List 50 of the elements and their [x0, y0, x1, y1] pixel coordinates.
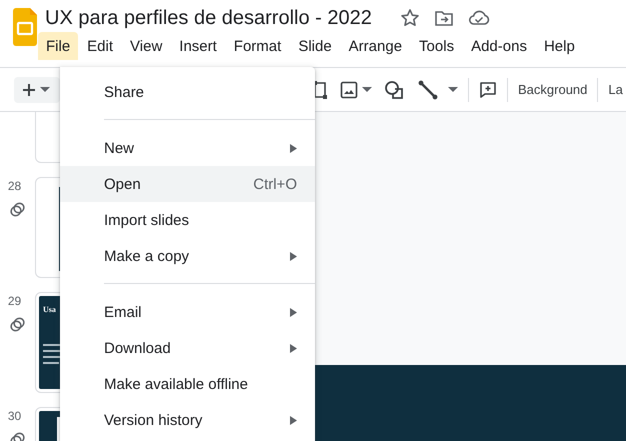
menu-item[interactable]: Import slides — [60, 202, 315, 238]
menu-item-label: Make available offline — [104, 376, 249, 392]
menu-item-label: Share — [104, 84, 146, 100]
menu-item[interactable]: Insert — [171, 32, 225, 60]
menu-item[interactable]: New — [60, 130, 315, 166]
menu-item[interactable]: File — [38, 32, 78, 60]
move-folder-icon[interactable] — [434, 8, 454, 28]
menu-item[interactable]: Slide — [290, 32, 340, 60]
slide-number: 30 — [8, 409, 22, 423]
slide-number: 29 — [8, 294, 22, 308]
menu-item[interactable]: Email — [60, 294, 315, 330]
document-title[interactable]: UX para perfiles de desarrollo - 2022 — [45, 6, 372, 30]
shape-icon[interactable] — [384, 80, 404, 100]
menu-item[interactable]: Edit — [79, 32, 122, 60]
menu-item[interactable]: Make a copy — [60, 238, 315, 274]
caret-icon[interactable] — [40, 86, 50, 92]
menu-item[interactable]: Download — [60, 330, 315, 366]
menu-item[interactable]: View — [122, 32, 170, 60]
select-icon[interactable] — [312, 80, 328, 98]
caret-icon[interactable] — [362, 86, 372, 92]
menu-item[interactable]: Share — [60, 74, 315, 110]
slide-number: 28 — [8, 179, 22, 193]
shortcut-text: Ctrl+O — [253, 176, 297, 192]
menu-item-label: Download — [104, 340, 172, 356]
menu-item-label: New — [104, 140, 136, 156]
menu-item-label: Make a copy — [104, 248, 190, 264]
add-comment-icon[interactable] — [479, 80, 497, 98]
menu-item-label: Version history — [104, 412, 204, 428]
menu-item[interactable]: Open Ctrl+O — [60, 166, 315, 202]
menu-item[interactable]: Format — [226, 32, 290, 60]
toolbar-button[interactable]: Background — [518, 78, 588, 101]
menu-item-label: Import slides — [104, 212, 190, 228]
menu-item[interactable]: Arrange — [340, 32, 410, 60]
toolbar-button[interactable]: La — [608, 78, 623, 101]
menu-item[interactable]: Help — [536, 32, 583, 60]
menu-item-label: Open — [104, 176, 142, 192]
caret-icon[interactable] — [448, 86, 458, 92]
thumbnail-title: Usa — [43, 305, 56, 314]
star-icon[interactable] — [400, 8, 420, 28]
menu-item[interactable]: Tools — [411, 32, 462, 60]
line-icon[interactable] — [418, 80, 438, 100]
menu-item[interactable]: Version history — [60, 402, 315, 438]
plus-icon — [22, 82, 36, 96]
cloud-check-icon[interactable] — [468, 8, 490, 28]
slides-logo-icon — [13, 8, 37, 46]
menu-item[interactable]: Make available offline — [60, 366, 315, 402]
menu-item[interactable]: Add-ons — [463, 32, 535, 60]
image-icon[interactable] — [340, 80, 358, 98]
menu-item-label: Email — [104, 304, 143, 320]
new-slide-button[interactable] — [14, 76, 60, 102]
